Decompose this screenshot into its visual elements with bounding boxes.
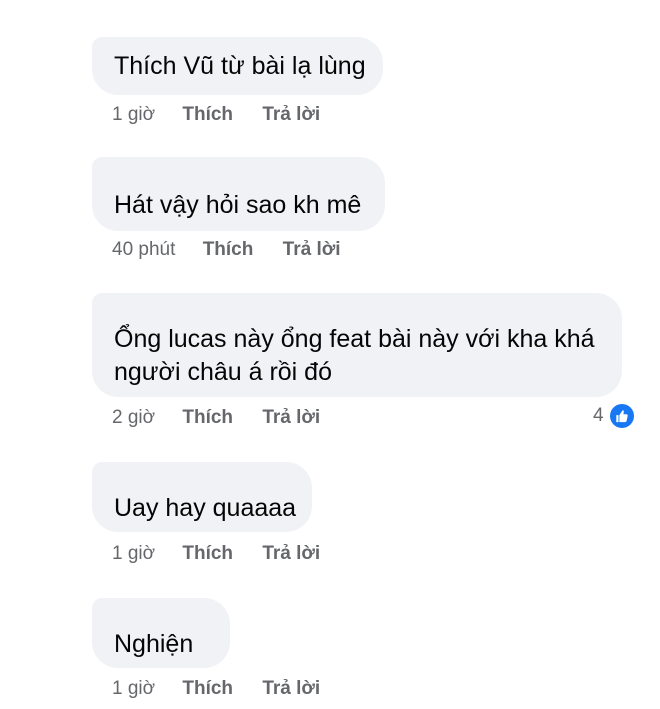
comment-timestamp: 40 phút — [112, 239, 176, 260]
reply-button[interactable]: Trả lời — [283, 238, 341, 262]
like-button[interactable]: Thích — [182, 677, 233, 701]
reaction-summary[interactable]: 4 — [593, 404, 634, 428]
comment-timestamp: 1 giờ — [112, 678, 156, 699]
comment-timestamp: 1 giờ — [112, 543, 156, 564]
comment-meta: 40 phút Thích Trả lời — [112, 238, 365, 262]
comment-text: Uay hay quaaaa — [114, 494, 297, 522]
like-button[interactable]: Thích — [203, 238, 254, 262]
like-icon — [609, 404, 634, 428]
comment-feed: Thích Vũ từ bài lạ lùng 1 giờ Thích Trả … — [0, 0, 660, 709]
comment-bubble: Thích Vũ từ bài lạ lùng — [92, 37, 383, 95]
comment-meta: 1 giờ Thích Trả lời — [112, 103, 344, 127]
reply-button[interactable]: Trả lời — [262, 103, 320, 127]
comment-meta: 2 giờ Thích Trả lời — [112, 406, 344, 430]
reply-button[interactable]: Trả lời — [262, 677, 320, 701]
comment-meta: 1 giờ Thích Trả lời — [112, 542, 344, 566]
like-button[interactable]: Thích — [182, 103, 233, 127]
comment-timestamp: 1 giờ — [112, 104, 156, 125]
comment-timestamp: 2 giờ — [112, 407, 156, 428]
comment-bubble: Nghiện — [92, 598, 230, 668]
comment-meta: 1 giờ Thích Trả lời — [112, 677, 344, 701]
reaction-count: 4 — [593, 405, 604, 426]
like-button[interactable]: Thích — [182, 406, 233, 430]
comment-bubble: Uay hay quaaaa — [92, 462, 312, 532]
comment-text: Ổng lucas này ổng feat bài này với kha k… — [114, 325, 595, 353]
reply-button[interactable]: Trả lời — [262, 406, 320, 430]
comment-bubble: Hát vậy hỏi sao kh mê — [92, 157, 385, 231]
comment-text: Nghiện — [114, 630, 194, 658]
like-button[interactable]: Thích — [182, 542, 233, 566]
reply-button[interactable]: Trả lời — [262, 542, 320, 566]
comment-text: Thích Vũ từ bài lạ lùng — [114, 52, 366, 80]
comment-bubble: Ổng lucas này ổng feat bài này với kha k… — [92, 293, 622, 397]
comment-text: Hát vậy hỏi sao kh mê — [114, 191, 362, 219]
comment-text: người châu á rồi đó — [114, 358, 332, 386]
